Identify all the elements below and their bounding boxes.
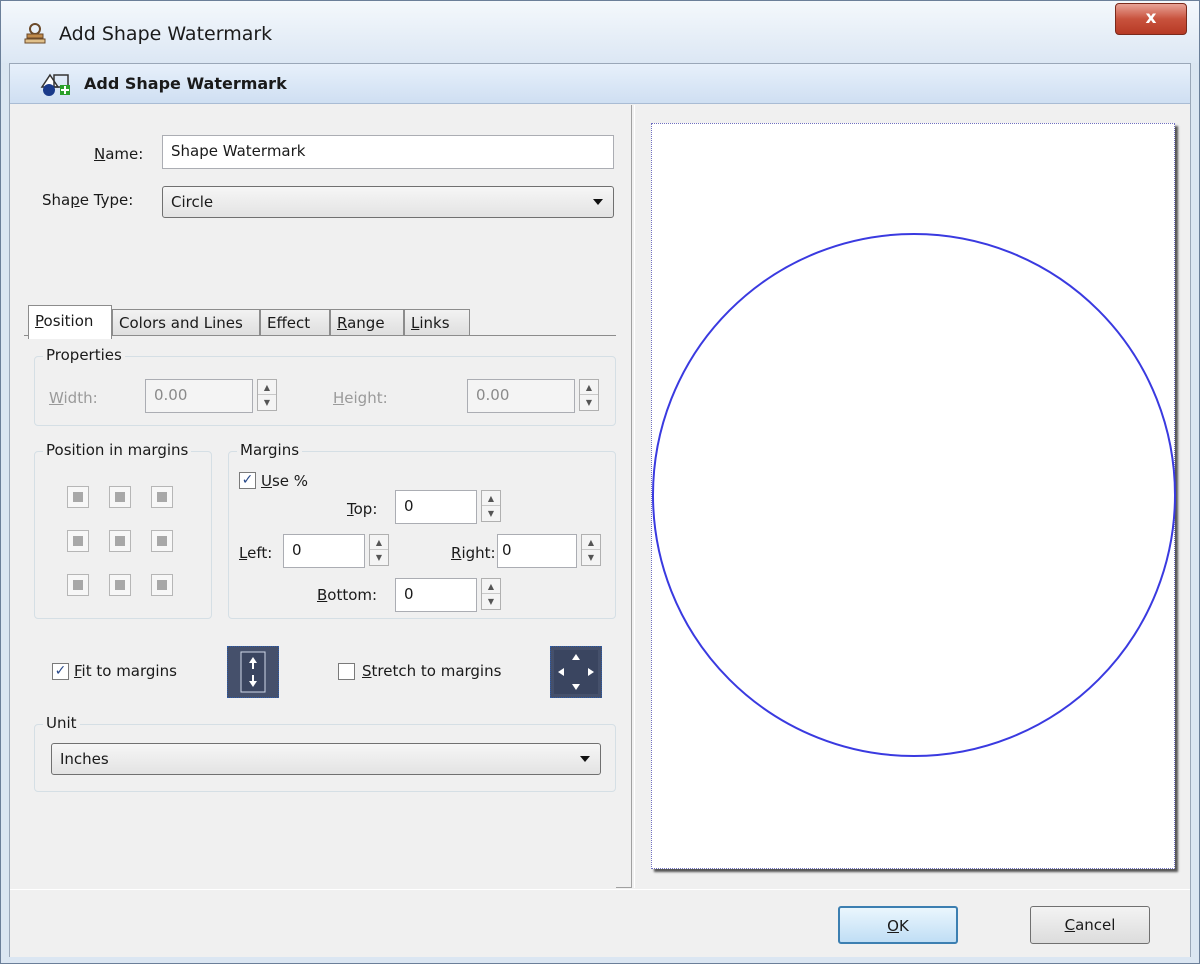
tab-links[interactable]: Links xyxy=(404,309,470,337)
fit-vertical-button[interactable] xyxy=(227,646,279,698)
ok-button[interactable]: OK xyxy=(838,906,958,944)
tab-effect[interactable]: Effect xyxy=(260,309,330,337)
right-spinner[interactable]: ▲ ▼ xyxy=(581,534,601,566)
right-input[interactable]: 0 xyxy=(497,534,577,568)
unit-select[interactable]: Inches xyxy=(51,743,601,775)
unit-value: Inches xyxy=(60,750,109,768)
height-label: Height: xyxy=(333,389,388,407)
left-input[interactable]: 0 xyxy=(283,534,365,568)
bottom-spinner[interactable]: ▲ ▼ xyxy=(481,578,501,610)
name-input[interactable]: Shape Watermark xyxy=(162,135,614,169)
stretch-to-margins-label: Stretch to margins xyxy=(362,662,502,680)
margins-group: Margins ✓ Use % Top: 0 ▲ ▼ Left: 0 ▲ ▼ Rig… xyxy=(228,441,616,619)
left-label: Left: xyxy=(239,544,273,562)
height-spinner[interactable]: ▲ ▼ xyxy=(579,379,599,411)
tab-range[interactable]: Range xyxy=(330,309,404,337)
position-in-margins-group: Position in margins xyxy=(34,441,212,619)
dialog-footer: OK Cancel xyxy=(10,889,1190,957)
preview-page xyxy=(651,123,1176,869)
position-bottom-left[interactable] xyxy=(67,574,89,596)
unit-group: Unit Inches xyxy=(34,714,616,792)
cancel-button[interactable]: Cancel xyxy=(1030,906,1150,944)
dialog-header-title: Add Shape Watermark xyxy=(84,74,287,93)
use-percent-checkbox[interactable]: ✓ xyxy=(239,472,256,489)
window-title: Add Shape Watermark xyxy=(59,23,273,45)
width-label: Width: xyxy=(49,389,98,407)
tab-position[interactable]: Position xyxy=(28,305,112,339)
fit-to-margins-label: Fit to margins xyxy=(74,662,177,680)
fit-vertical-icon xyxy=(240,651,266,693)
use-percent-label: Use % xyxy=(261,472,309,490)
stretch-both-icon xyxy=(554,650,598,694)
add-shape-icon xyxy=(40,73,70,96)
position-top-right[interactable] xyxy=(151,486,173,508)
chevron-down-icon xyxy=(580,756,590,762)
preview-panel xyxy=(634,105,1190,888)
properties-group-title: Properties xyxy=(43,346,125,364)
height-input[interactable]: 0.00 xyxy=(467,379,575,413)
position-top-center[interactable] xyxy=(109,486,131,508)
right-label: Right: xyxy=(451,544,496,562)
position-in-margins-title: Position in margins xyxy=(43,441,192,459)
position-bottom-center[interactable] xyxy=(109,574,131,596)
bottom-input[interactable]: 0 xyxy=(395,578,477,612)
dialog-window: Add Shape Watermark x Add Shape Watermar… xyxy=(0,0,1200,964)
chevron-down-icon xyxy=(593,199,603,205)
close-button[interactable]: x xyxy=(1115,3,1187,35)
settings-panel: Name: Shape Watermark Shape Type: Circle… xyxy=(24,105,632,888)
shape-type-select[interactable]: Circle xyxy=(162,186,614,218)
stretch-to-margins-checkbox[interactable] xyxy=(338,663,355,680)
shape-type-label: Shape Type: xyxy=(42,191,134,209)
left-spinner[interactable]: ▲ ▼ xyxy=(369,534,389,566)
top-label: Top: xyxy=(347,500,378,518)
shape-type-value: Circle xyxy=(171,193,214,211)
top-input[interactable]: 0 xyxy=(395,490,477,524)
stamp-icon xyxy=(24,23,46,44)
stretch-both-button[interactable] xyxy=(550,646,602,698)
preview-canvas xyxy=(652,233,1176,757)
properties-group: Properties Width: 0.00 ▲ ▼ Height: 0.00 ▲… xyxy=(34,346,616,426)
bottom-label: Bottom: xyxy=(317,586,378,604)
position-bottom-right[interactable] xyxy=(151,574,173,596)
position-middle-center[interactable] xyxy=(109,530,131,552)
position-middle-left[interactable] xyxy=(67,530,89,552)
top-spinner[interactable]: ▲ ▼ xyxy=(481,490,501,522)
width-input[interactable]: 0.00 xyxy=(145,379,253,413)
fit-to-margins-checkbox[interactable]: ✓ xyxy=(52,663,69,680)
position-middle-right[interactable] xyxy=(151,530,173,552)
header-band: Add Shape Watermark xyxy=(10,64,1190,104)
position-top-left[interactable] xyxy=(67,486,89,508)
width-spinner[interactable]: ▲ ▼ xyxy=(257,379,277,411)
unit-group-title: Unit xyxy=(43,714,80,732)
position-tab-panel: Properties Width: 0.00 ▲ ▼ Height: 0.00 ▲… xyxy=(24,335,616,888)
tab-colors-and-lines[interactable]: Colors and Lines xyxy=(112,309,260,337)
dialog-client: Add Shape Watermark Name: Shape Watermar… xyxy=(9,63,1191,957)
preview-circle-shape xyxy=(652,233,1176,757)
margins-group-title: Margins xyxy=(237,441,303,459)
title-bar[interactable]: Add Shape Watermark x xyxy=(1,1,1199,63)
name-label: Name: xyxy=(94,145,144,163)
